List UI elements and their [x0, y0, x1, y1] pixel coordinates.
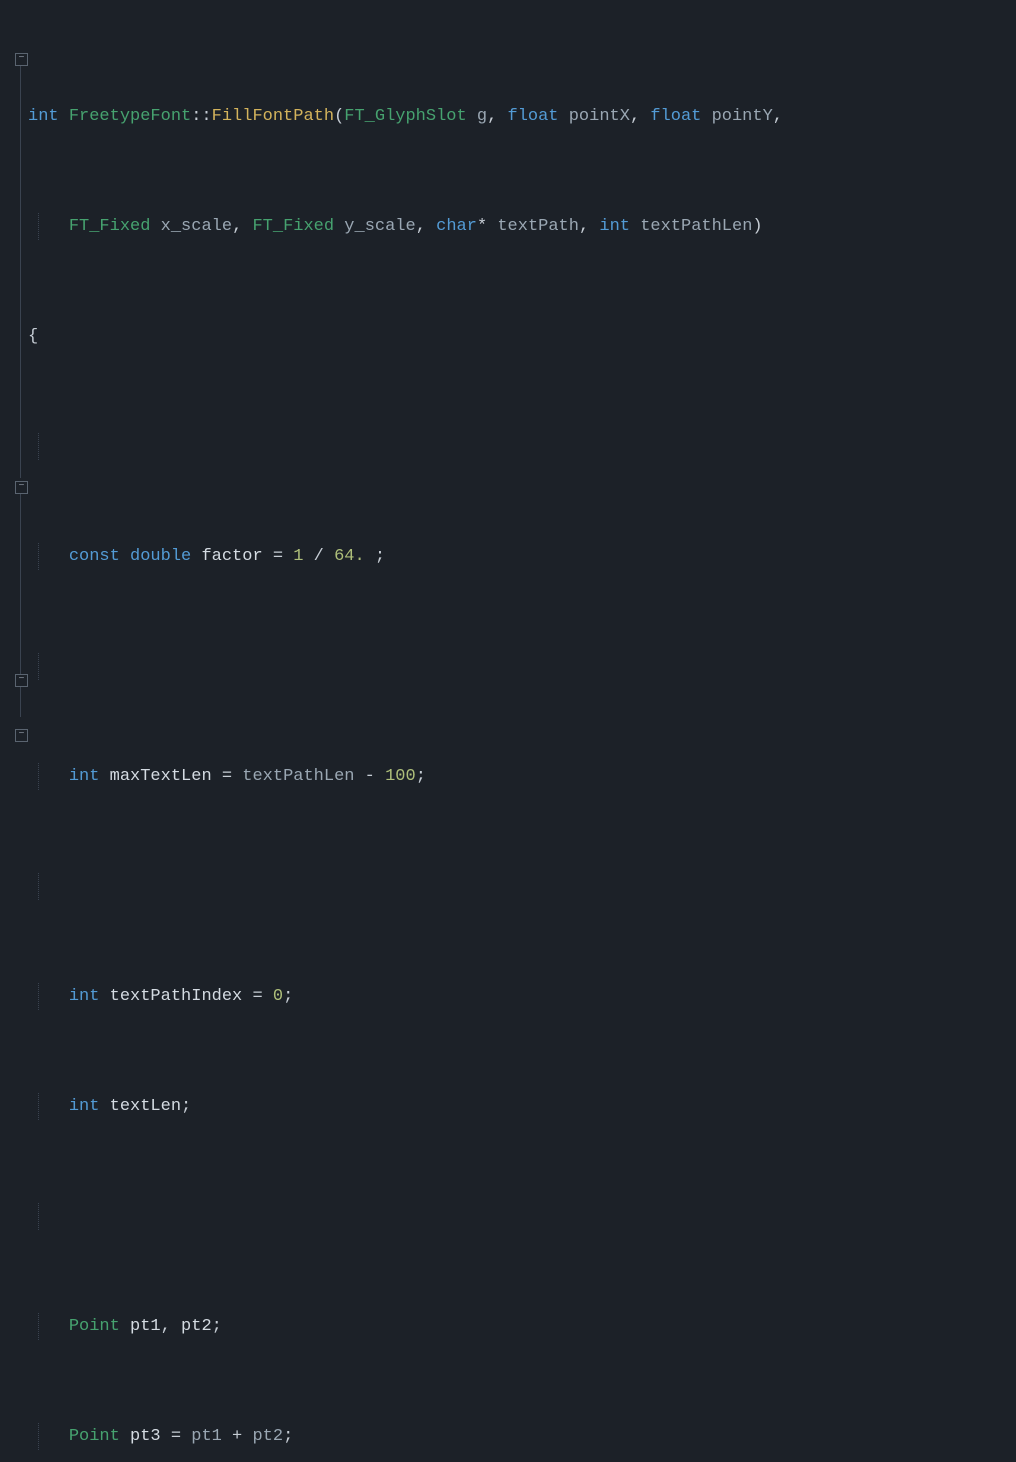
fold-toggle[interactable]: −	[15, 53, 28, 66]
code-line[interactable]: {	[28, 323, 1016, 351]
code-area[interactable]: int FreetypeFont::FillFontPath(FT_GlyphS…	[28, 0, 1016, 731]
code-line[interactable]: int textPathIndex = 0;	[28, 983, 1016, 1011]
code-line[interactable]	[28, 433, 1016, 461]
code-line[interactable]	[28, 1203, 1016, 1231]
fold-toggle[interactable]: −	[15, 481, 28, 494]
code-line[interactable]: const double factor = 1 / 64. ;	[28, 543, 1016, 571]
code-editor[interactable]: − − − − int FreetypeFont::FillFontPath(F…	[0, 0, 1016, 731]
code-line[interactable]: int FreetypeFont::FillFontPath(FT_GlyphS…	[28, 103, 1016, 131]
code-line[interactable]: int maxTextLen = textPathLen - 100;	[28, 763, 1016, 791]
code-line[interactable]: Point pt3 = pt1 + pt2;	[28, 1423, 1016, 1451]
code-line[interactable]: Point pt1, pt2;	[28, 1313, 1016, 1341]
fold-toggle[interactable]: −	[15, 674, 28, 687]
code-line[interactable]	[28, 873, 1016, 901]
code-line[interactable]: FT_Fixed x_scale, FT_Fixed y_scale, char…	[28, 213, 1016, 241]
fold-gutter: − − − −	[0, 0, 28, 731]
code-line[interactable]: int textLen;	[28, 1093, 1016, 1121]
code-line[interactable]	[28, 653, 1016, 681]
